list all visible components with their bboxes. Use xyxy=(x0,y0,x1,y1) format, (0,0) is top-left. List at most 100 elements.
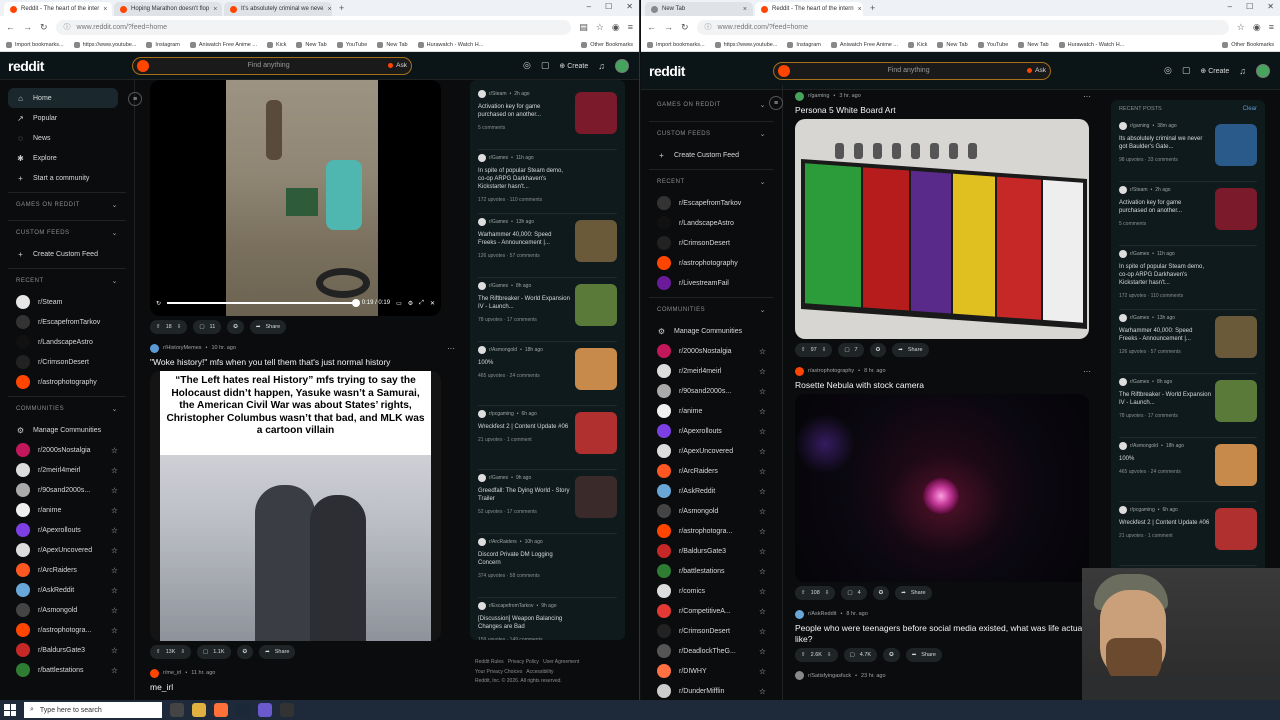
favorite-star-icon[interactable]: ☆ xyxy=(111,446,118,455)
new-tab-button[interactable]: + xyxy=(334,3,349,13)
recent-post-thumbnail[interactable] xyxy=(575,476,617,518)
recent-post-item[interactable]: r/Steam • 2h ago Activation key for game pu… xyxy=(1119,182,1257,246)
favorite-star-icon[interactable]: ☆ xyxy=(759,527,766,536)
comments-button[interactable]: ▢ 11 xyxy=(193,320,222,334)
recent-post-title[interactable]: Activation key for game purchased on ano… xyxy=(1119,199,1211,215)
subreddit-link[interactable]: r/astrophotography xyxy=(808,368,854,374)
community-item[interactable]: r/LandscapeAstro xyxy=(8,332,126,352)
meme-post[interactable]: r/HistoryMemes • 10 hr. ago ··· "Woke hi… xyxy=(150,342,455,660)
community-item[interactable]: r/2000sNostalgia ☆ xyxy=(649,341,774,361)
nav-news[interactable]: ◌ News xyxy=(8,128,126,148)
file-explorer-icon[interactable] xyxy=(192,703,206,717)
community-item[interactable]: r/AskReddit ☆ xyxy=(649,481,774,501)
bookmark-item[interactable]: YouTube xyxy=(977,41,1008,48)
close-tab-icon[interactable]: × xyxy=(213,6,217,13)
downvote-icon[interactable]: ⇩ xyxy=(180,649,185,655)
taskbar-search[interactable]: ⌕ Type here to search xyxy=(24,702,162,718)
subreddit-link[interactable]: r/gaming xyxy=(1130,123,1149,129)
community-item[interactable]: r/2meirl4meirl ☆ xyxy=(8,460,126,480)
recent-post-item[interactable]: r/Asmongold • 18h ago 100% 465 upvotes · 24 … xyxy=(478,342,617,406)
favorite-star-icon[interactable]: ☆ xyxy=(111,486,118,495)
nav-home[interactable]: ⌂ Home xyxy=(8,88,118,108)
favorite-star-icon[interactable]: ☆ xyxy=(111,466,118,475)
footer-link[interactable]: Privacy Policy xyxy=(508,659,539,665)
post-title[interactable]: Rosette Nebula with stock camera xyxy=(795,380,1091,390)
manage-communities[interactable]: ⚙ Manage Communities xyxy=(649,321,774,341)
comments-button[interactable]: ▢ 4.7K xyxy=(843,647,878,662)
community-item[interactable]: r/90sand2000s... ☆ xyxy=(8,480,126,500)
browser-tab[interactable]: New Tab × xyxy=(645,2,753,16)
footer-link[interactable]: User Agreement xyxy=(543,659,579,665)
favorite-star-icon[interactable]: ☆ xyxy=(759,567,766,576)
community-item[interactable]: r/DIWHY ☆ xyxy=(649,661,774,681)
app-icon[interactable] xyxy=(258,703,272,717)
community-item[interactable]: r/astrophotogra... ☆ xyxy=(8,620,126,640)
games-section-header[interactable]: GAMES ON REDDIT ⌄ xyxy=(8,192,126,216)
close-window-icon[interactable]: ✕ xyxy=(626,2,633,11)
subreddit-link[interactable]: r/Games xyxy=(1130,379,1149,385)
community-item[interactable]: r/CompetitiveA... ☆ xyxy=(649,601,774,621)
recent-post-thumbnail[interactable] xyxy=(1215,508,1257,550)
favorite-star-icon[interactable]: ☆ xyxy=(759,647,766,656)
share-button[interactable]: ➦ Share xyxy=(895,586,932,601)
ask-button[interactable]: Ask xyxy=(388,62,407,69)
settings-icon[interactable]: ⚙ xyxy=(408,300,413,307)
community-item[interactable]: r/BaldursGate3 ☆ xyxy=(649,541,774,561)
search-input[interactable]: Find anything xyxy=(155,62,382,69)
search-input[interactable]: Find anything xyxy=(796,67,1021,74)
recent-post-item[interactable]: r/pcgaming • 6h ago Wreckfest 2 | Content U… xyxy=(478,406,617,470)
vote-control[interactable]: ⇧ 97 ⇩ xyxy=(795,343,833,358)
notifications-icon[interactable]: ♫ xyxy=(598,61,605,71)
upvote-icon[interactable]: ⇧ xyxy=(801,652,806,658)
recent-post-item[interactable]: r/gaming • 38m ago Its absolutely criminal … xyxy=(1119,118,1257,182)
community-item[interactable]: r/astrophotography xyxy=(649,253,774,273)
menu-icon[interactable]: ≡ xyxy=(628,22,633,32)
games-section-header[interactable]: GAMES ON REDDIT ⌄ xyxy=(649,93,774,117)
create-button[interactable]: ⊕ Create xyxy=(1200,67,1229,75)
recent-post-item[interactable]: r/Games • 13h ago Warhammer 40,000: Speed F… xyxy=(478,214,617,278)
recent-post-thumbnail[interactable] xyxy=(575,220,617,262)
post-title[interactable]: Persona 5 White Board Art xyxy=(795,105,1091,115)
nav-popular[interactable]: ↗ Popular xyxy=(8,108,126,128)
subreddit-icon[interactable] xyxy=(150,668,159,678)
subreddit-link[interactable]: r/Asmongold xyxy=(489,347,517,353)
favorite-star-icon[interactable]: ☆ xyxy=(111,566,118,575)
bookmark-item[interactable]: New Tab xyxy=(296,41,327,48)
recent-post-thumbnail[interactable] xyxy=(1215,380,1257,422)
community-item[interactable]: r/astrophotogra... ☆ xyxy=(649,521,774,541)
subreddit-link[interactable]: r/me_irl xyxy=(163,670,181,676)
community-item[interactable]: r/AskReddit ☆ xyxy=(8,580,126,600)
extensions-icon[interactable]: ◉ xyxy=(1253,22,1261,33)
recent-post-thumbnail[interactable] xyxy=(575,348,617,390)
user-avatar[interactable] xyxy=(615,58,629,73)
create-button[interactable]: ⊕ Create xyxy=(559,62,588,70)
captions-icon[interactable]: ▭ xyxy=(396,300,402,307)
upvote-icon[interactable]: ⇧ xyxy=(801,590,806,596)
recent-post-thumbnail[interactable] xyxy=(575,412,617,454)
nav-explore[interactable]: ✱ Explore xyxy=(8,148,126,168)
video-post[interactable]: ↻ 0:19 / 0:19 ▭ ⚙ ⤢ ✕ ⇧ 18 ⇩ ▢ 11 ✪ ➦ Share xyxy=(150,80,455,334)
favorite-star-icon[interactable]: ☆ xyxy=(759,667,766,676)
custom-feeds-header[interactable]: CUSTOM FEEDS ⌄ xyxy=(8,220,126,244)
vote-control[interactable]: ⇧ 108 ⇩ xyxy=(795,586,836,601)
more-options-icon[interactable]: ··· xyxy=(1083,367,1091,376)
other-bookmarks[interactable]: Other Bookmarks xyxy=(581,41,633,48)
recent-post-title[interactable]: Discord Private DM Logging Concern xyxy=(478,551,570,567)
bookmark-item[interactable]: Instagram xyxy=(146,41,180,48)
community-item[interactable]: r/battlestations ☆ xyxy=(649,561,774,581)
favorite-star-icon[interactable]: ☆ xyxy=(111,526,118,535)
recent-post-title[interactable]: Wreckfest 2 | Content Update #06 xyxy=(478,423,570,431)
clear-button[interactable]: Clear xyxy=(1243,106,1257,112)
award-button[interactable]: ✪ xyxy=(869,343,887,358)
favorite-star-icon[interactable]: ☆ xyxy=(759,687,766,696)
community-item[interactable]: r/EscapefromTarkov xyxy=(8,312,126,332)
askreddit-post[interactable]: r/AskReddit • 8 hr. ago ··· People who w… xyxy=(795,608,1091,662)
bookmark-item[interactable]: New Tab xyxy=(937,41,968,48)
community-item[interactable]: r/anime ☆ xyxy=(649,401,774,421)
recent-post-title[interactable]: [Discussion] Weapon Balancing Changes ar… xyxy=(478,615,570,631)
chat-icon[interactable]: ▢ xyxy=(1182,65,1191,76)
bookmark-item[interactable]: Aniwatch Free Anime ... xyxy=(189,41,257,48)
recent-post-item[interactable]: r/Games • 11h ago In spite of popular Steam… xyxy=(478,150,617,214)
subreddit-link[interactable]: r/Games xyxy=(489,475,508,481)
bookmark-item[interactable]: New Tab xyxy=(377,41,408,48)
